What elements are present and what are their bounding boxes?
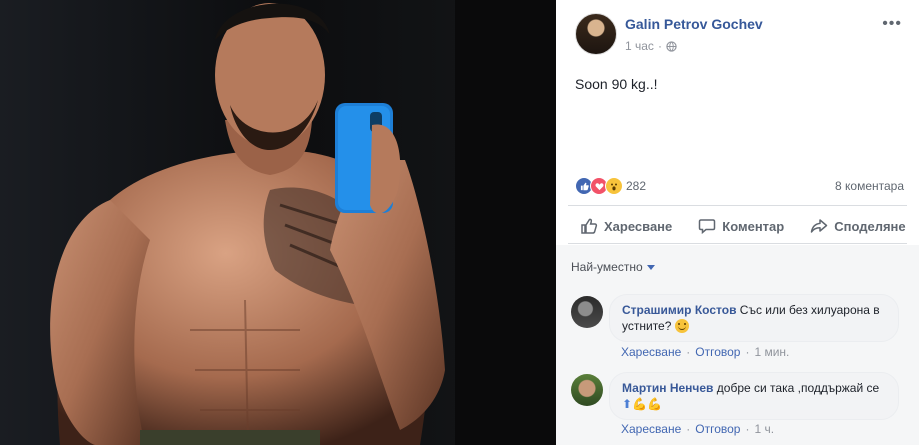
- like-button-label: Харесване: [604, 218, 673, 234]
- link-separator: ·: [686, 345, 691, 359]
- post-sidebar: Galin Petrov Gochev 1 час · ••• Soon 90 …: [556, 0, 919, 445]
- commenter-avatar[interactable]: [571, 296, 603, 328]
- comment-like-link[interactable]: Харесване: [621, 345, 681, 359]
- post-photo[interactable]: [0, 0, 556, 445]
- link-separator: ·: [745, 422, 750, 436]
- divider: [568, 205, 907, 206]
- link-separator: ·: [686, 422, 691, 436]
- comment-reply-link[interactable]: Отговор: [695, 422, 740, 436]
- flexed-biceps-emoji-icon: 💪: [632, 397, 648, 411]
- reaction-count[interactable]: 282: [626, 179, 646, 193]
- comment-time[interactable]: 1 ч.: [754, 422, 774, 436]
- wow-icon: [605, 177, 623, 195]
- post-meta: 1 час ·: [625, 39, 677, 53]
- up-arrow-emoji-icon: ⬆: [622, 397, 633, 411]
- reaction-icons[interactable]: [575, 177, 623, 195]
- comment-button[interactable]: Коментар: [698, 210, 784, 242]
- thumbs-up-icon: [581, 218, 598, 234]
- post-header: Galin Petrov Gochev 1 час · •••: [575, 13, 907, 57]
- comment-reply-link[interactable]: Отговор: [695, 345, 740, 359]
- commenter-name[interactable]: Мартин Ненчев: [622, 381, 713, 395]
- author-avatar[interactable]: [575, 13, 617, 55]
- globe-icon[interactable]: [666, 40, 677, 52]
- post-text: Soon 90 kg..!: [575, 76, 658, 92]
- comment-text: добре си така ,поддържай се: [716, 381, 880, 395]
- post-actions: Харесване Коментар Споделяне: [568, 210, 919, 242]
- share-button[interactable]: Споделяне: [810, 210, 906, 242]
- post-author-name[interactable]: Galin Petrov Gochev: [625, 16, 763, 32]
- sort-label: Най-уместно: [571, 260, 643, 274]
- comment-bubble-icon: [699, 219, 716, 235]
- comment-item: Страшимир Костов Със или без хилуарона в…: [571, 294, 899, 364]
- comment-item: Мартин Ненчев добре си така ,поддържай с…: [571, 372, 899, 442]
- comment-time[interactable]: 1 мин.: [754, 345, 789, 359]
- comment-bubble: Страшимир Костов Със или без хилуарона в…: [609, 294, 899, 342]
- commenter-name[interactable]: Страшимир Костов: [622, 303, 736, 317]
- comment-actions: Харесване · Отговор · 1 мин.: [621, 345, 789, 359]
- caret-down-icon: [646, 264, 655, 270]
- comment-count[interactable]: 8 коментара: [835, 179, 904, 193]
- comment-like-link[interactable]: Харесване: [621, 422, 681, 436]
- selfie-photo-illustration: [0, 0, 556, 445]
- post-time[interactable]: 1 час: [625, 39, 654, 53]
- comments-section: Най-уместно Страшимир Костов Със или без…: [556, 245, 919, 445]
- comment-bubble: Мартин Ненчев добре си така ,поддържай с…: [609, 372, 899, 420]
- meta-separator: ·: [657, 39, 662, 53]
- like-button[interactable]: Харесване: [580, 210, 672, 242]
- flexed-biceps-emoji-icon: 💪: [647, 397, 662, 411]
- comment-button-label: Коментар: [722, 218, 785, 234]
- share-arrow-icon: [810, 219, 828, 233]
- comment-actions: Харесване · Отговор · 1 ч.: [621, 422, 774, 436]
- share-button-label: Споделяне: [834, 218, 906, 234]
- more-options-icon[interactable]: •••: [882, 16, 902, 32]
- commenter-avatar[interactable]: [571, 374, 603, 406]
- reactions-bar: 282 8 коментара: [575, 177, 904, 195]
- comment-sort-dropdown[interactable]: Най-уместно: [571, 260, 655, 274]
- link-separator: ·: [745, 345, 750, 359]
- smile-emoji-icon: [674, 319, 689, 333]
- divider: [568, 243, 907, 244]
